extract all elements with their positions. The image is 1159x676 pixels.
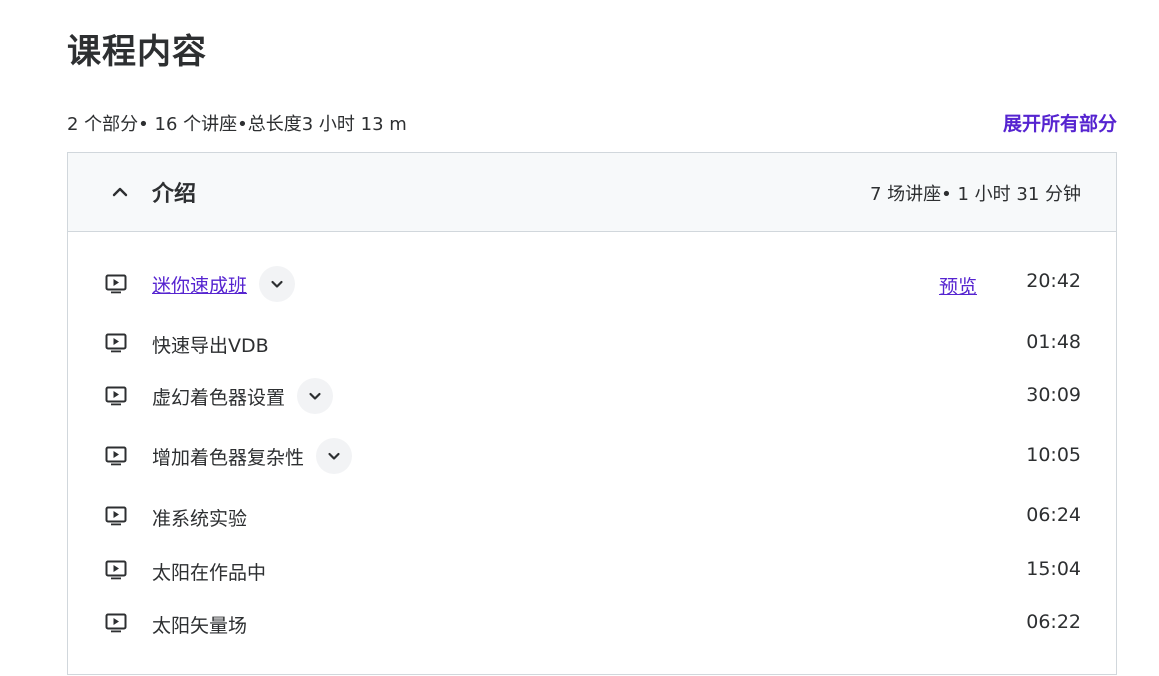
lecture-duration: 01:48: [1026, 331, 1081, 353]
lecture-item: 增加着色器复杂性 10:05: [68, 436, 1116, 476]
preview-link[interactable]: 预览: [939, 272, 977, 299]
lecture-duration: 30:09: [1026, 384, 1081, 406]
lecture-duration: 20:42: [1026, 270, 1081, 292]
chevron-up-icon: [112, 187, 128, 197]
lecture-expand-button[interactable]: [316, 438, 353, 474]
lecture-expand-button[interactable]: [297, 378, 334, 414]
lecture-duration: 15:04: [1026, 558, 1081, 580]
lecture-item: 迷你速成班 预览 20:42: [68, 264, 1116, 304]
lecture-item: 太阳矢量场 06:22: [68, 603, 1116, 643]
page-title: 课程内容: [67, 32, 207, 72]
lecture-title: 太阳矢量场: [152, 615, 248, 637]
section-title: 介绍: [152, 182, 197, 207]
lecture-title: 增加着色器复杂性: [152, 446, 305, 469]
course-summary: 2 个部分• 16 个讲座•总长度3 小时 13 m: [67, 114, 407, 135]
chevron-down-icon: [328, 452, 340, 460]
play-video-icon: [105, 506, 127, 526]
section-meta: 7 场讲座• 1 小时 31 分钟: [869, 184, 1081, 205]
lecture-duration: 06:22: [1026, 611, 1081, 633]
expand-all-sections-button[interactable]: 展开所有部分: [1003, 109, 1117, 136]
play-video-icon: [105, 560, 127, 580]
play-video-icon: [105, 446, 127, 466]
play-video-icon: [105, 333, 127, 353]
lecture-title: 准系统实验: [152, 508, 248, 530]
chevron-down-icon: [271, 280, 283, 288]
play-video-icon: [105, 274, 127, 294]
lecture-item: 虚幻着色器设置 30:09: [68, 376, 1116, 416]
lecture-item: 太阳在作品中 15:04: [68, 550, 1116, 590]
lecture-title: 快速导出VDB: [152, 335, 269, 357]
lecture-duration: 10:05: [1026, 444, 1081, 466]
play-video-icon: [105, 613, 127, 633]
summary-row: 2 个部分• 16 个讲座•总长度3 小时 13 m 展开所有部分: [67, 108, 1117, 136]
chevron-down-icon: [309, 392, 321, 400]
lecture-item: 准系统实验 06:24: [68, 496, 1116, 536]
lecture-title: 虚幻着色器设置: [152, 386, 286, 409]
lecture-expand-button[interactable]: [259, 266, 296, 302]
course-section: 介绍 7 场讲座• 1 小时 31 分钟 迷你速成班 预览 20:42 快速导出…: [67, 152, 1117, 675]
section-header[interactable]: 介绍 7 场讲座• 1 小时 31 分钟: [68, 153, 1116, 232]
lecture-title-link[interactable]: 迷你速成班: [152, 271, 247, 298]
lecture-duration: 06:24: [1026, 504, 1081, 526]
lecture-title: 太阳在作品中: [152, 562, 267, 584]
course-content-page: 课程内容 2 个部分• 16 个讲座•总长度3 小时 13 m 展开所有部分 介…: [0, 0, 1159, 676]
play-video-icon: [105, 386, 127, 406]
lecture-item: 快速导出VDB 01:48: [68, 323, 1116, 363]
